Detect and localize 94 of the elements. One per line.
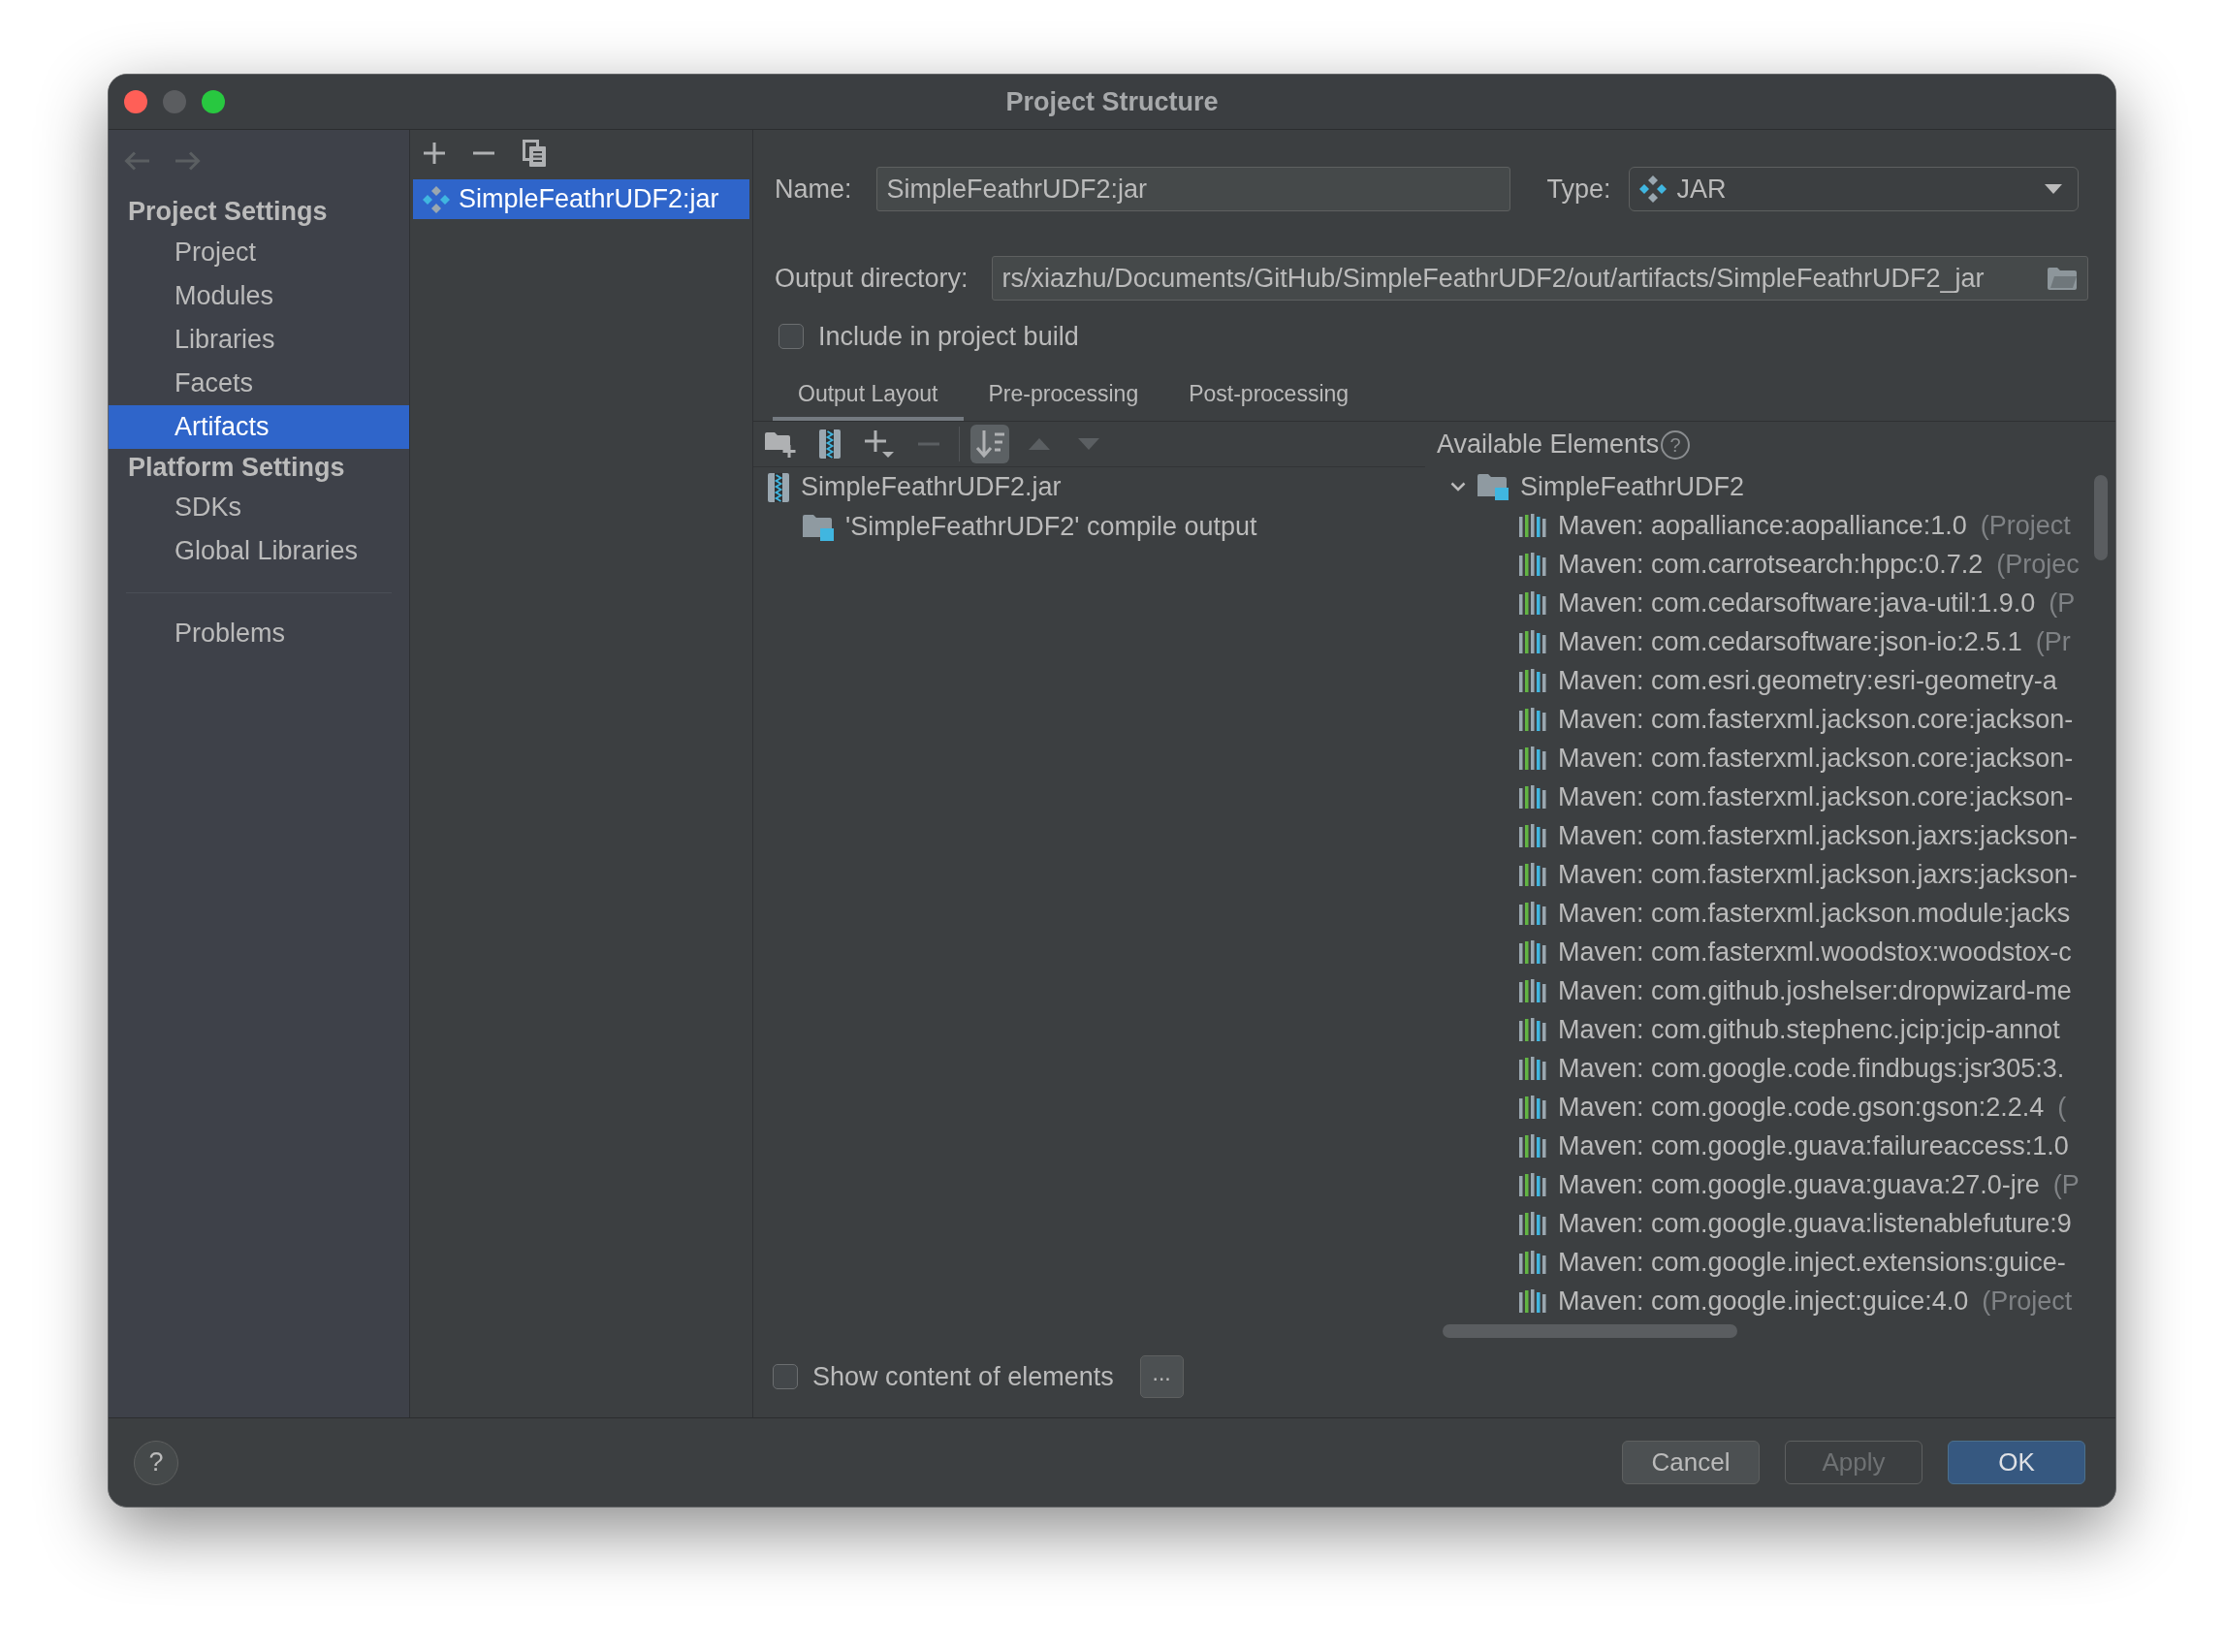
folder-icon [803, 513, 834, 541]
name-field[interactable]: SimpleFeathrUDF2:jar [875, 167, 1510, 211]
tree-item[interactable]: Maven: com.fasterxml.jackson.jaxrs:jackson- [1425, 816, 2115, 855]
tree-item[interactable]: Maven: com.fasterxml.jackson.core:jackson- [1425, 700, 2115, 739]
sidebar-item[interactable]: Libraries [109, 318, 409, 362]
caret-down-icon [2044, 184, 2062, 194]
bars-icon [1519, 1251, 1546, 1274]
close-button[interactable] [124, 90, 147, 113]
sidebar-item[interactable]: SDKs [109, 486, 409, 529]
bars-icon [1519, 785, 1546, 809]
zipper-icon [768, 472, 789, 502]
name-label: Name: [775, 173, 852, 206]
tree-item[interactable]: Maven: com.fasterxml.jackson.core:jackson- [1425, 739, 2115, 778]
bars-icon [1519, 1173, 1546, 1196]
sidebar-item[interactable]: Project [109, 231, 409, 274]
tree-item[interactable]: Maven: com.cedarsoftware:json-io:2.5.1 (Pr [1425, 622, 2115, 661]
tree-item[interactable]: 'SimpleFeathrUDF2' compile output [753, 507, 1425, 547]
bars-icon [1519, 1057, 1546, 1080]
tree-item[interactable]: Maven: com.cedarsoftware:java-util:1.9.0 (P [1425, 584, 2115, 622]
bars-icon [1519, 708, 1546, 731]
sort-icon[interactable] [970, 425, 1009, 463]
chevron-down-icon[interactable] [1450, 482, 1466, 492]
diamonds-icon [1637, 175, 1668, 204]
bars-icon [1519, 591, 1546, 615]
output-directory-field[interactable]: rs/xiazhu/Documents/GitHub/SimpleFeathrUDF2/out/artifacts/SimpleFeathrUDF2_jar [991, 256, 2088, 301]
tree-item[interactable]: Maven: com.google.code.gson:gson:2.2.4 ( [1425, 1088, 2115, 1127]
checkbox-label: Include in project build [818, 320, 1079, 353]
tree-item[interactable]: SimpleFeathrUDF2.jar [753, 467, 1425, 507]
more-button[interactable]: ... [1139, 1355, 1184, 1398]
bars-icon [1519, 1134, 1546, 1158]
bars-icon [1519, 553, 1546, 576]
tree-item[interactable]: Maven: com.google.inject.extensions:guice- [1425, 1243, 2115, 1282]
tab[interactable]: Post-processing [1163, 368, 1375, 421]
tree-item[interactable]: Maven: com.fasterxml.jackson.module:jacks [1425, 894, 2115, 933]
dialog-button[interactable]: OK [1948, 1441, 2085, 1484]
diamonds-icon [422, 184, 451, 214]
tree-item[interactable]: Maven: com.google.code.findbugs:jsr305:3. [1425, 1049, 2115, 1088]
output-directory-label: Output directory: [775, 262, 969, 295]
bars-icon [1519, 824, 1546, 847]
artifact-item[interactable]: SimpleFeathrUDF2:jar [413, 179, 749, 219]
checkbox[interactable] [773, 1364, 798, 1389]
sidebar-item[interactable]: Modules [109, 274, 409, 318]
tree-item[interactable]: Maven: com.google.inject:guice:4.0 (Project [1425, 1282, 2115, 1320]
help-button[interactable]: ? [134, 1440, 178, 1485]
bars-icon [1519, 979, 1546, 1002]
tree-item[interactable]: Maven: com.fasterxml.woodstox:woodstox-c [1425, 933, 2115, 971]
checkbox[interactable] [778, 324, 804, 349]
sidebar-item[interactable]: Facets [109, 362, 409, 405]
horizontal-scrollbar-thumb[interactable] [1443, 1324, 1737, 1338]
tree-item[interactable]: Maven: com.fasterxml.jackson.core:jackson- [1425, 778, 2115, 816]
minus-icon[interactable] [473, 151, 494, 155]
vertical-scrollbar-thumb[interactable] [2094, 475, 2108, 560]
section-heading: Platform Settings [127, 451, 346, 484]
copy-icon[interactable] [523, 140, 546, 167]
window-title: Project Structure [1005, 85, 1219, 118]
tree-item[interactable]: Maven: com.fasterxml.jackson.jaxrs:jackson- [1425, 855, 2115, 894]
tab[interactable]: Output Layout [773, 368, 964, 421]
bars-icon [1519, 940, 1546, 964]
bars-icon [1519, 1096, 1546, 1119]
section-heading: Project Settings [127, 195, 329, 228]
bars-icon [1519, 1212, 1546, 1235]
zipper-icon[interactable] [819, 429, 841, 459]
sidebar-item[interactable]: Artifacts [109, 405, 409, 449]
bars-icon [1519, 747, 1546, 770]
bars-icon [1519, 514, 1546, 537]
tree-item[interactable]: Maven: com.google.guava:failureaccess:1.0 [1425, 1127, 2115, 1165]
tree-item[interactable]: Maven: aopalliance:aopalliance:1.0 (Project [1425, 506, 2115, 545]
bars-icon [1519, 630, 1546, 653]
zoom-button[interactable] [202, 90, 225, 113]
plus-caret-icon[interactable] [865, 430, 894, 458]
bars-icon [1519, 902, 1546, 925]
bars-icon [1519, 1289, 1546, 1313]
panel-title: Available Elements [1437, 429, 1660, 461]
checkbox-label: Show content of elements [812, 1360, 1114, 1393]
tree-item[interactable]: Maven: com.google.guava:guava:27.0-jre (P [1425, 1165, 2115, 1204]
tab[interactable]: Pre-processing [963, 368, 1164, 421]
folder-plus-icon[interactable] [765, 430, 796, 458]
help-hint[interactable]: ? [1661, 429, 1691, 460]
type-dropdown[interactable]: JAR [1628, 167, 2079, 211]
folder-icon [1477, 473, 1509, 500]
type-label: Type: [1546, 173, 1611, 206]
tree-item[interactable]: Maven: com.google.guava:listenablefuture:9 [1425, 1204, 2115, 1243]
tree-item[interactable]: SimpleFeathrUDF2 [1425, 467, 2115, 506]
bars-icon [1519, 863, 1546, 886]
tree-item[interactable]: Maven: com.github.stephenc.jcip:jcip-annot [1425, 1010, 2115, 1049]
plus-icon[interactable] [424, 143, 445, 164]
dialog-button[interactable]: Cancel [1622, 1441, 1760, 1484]
tree-item[interactable]: Maven: com.esri.geometry:esri-geometry-a [1425, 661, 2115, 700]
sidebar-item[interactable]: Global Libraries [109, 529, 409, 573]
tree-item[interactable]: Maven: com.github.joshelser:dropwizard-me [1425, 971, 2115, 1010]
bars-icon [1519, 1018, 1546, 1041]
tree-item[interactable]: Maven: com.carrotsearch:hppc:0.7.2 (Projec [1425, 545, 2115, 584]
bars-icon [1519, 669, 1546, 692]
sidebar-item[interactable]: Problems [109, 612, 409, 655]
